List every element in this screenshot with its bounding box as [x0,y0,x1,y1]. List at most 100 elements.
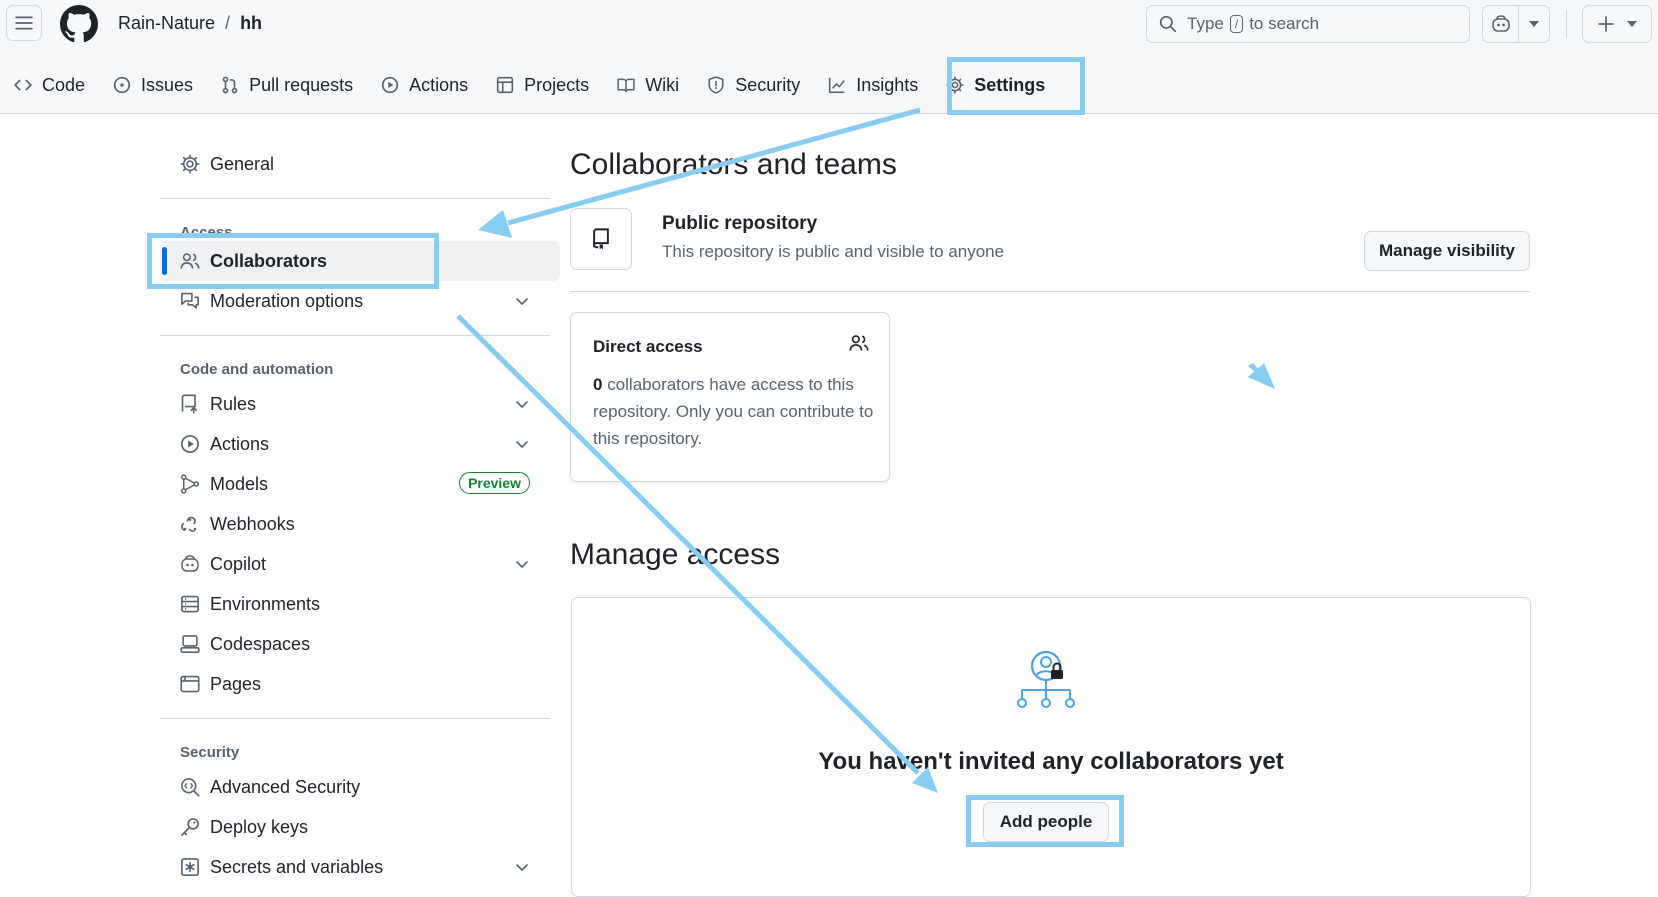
tab-label: Actions [409,74,469,95]
asterisk-icon [180,857,200,877]
table-icon [496,76,514,94]
sidebar-item-pages[interactable]: Pages [160,664,550,704]
tab-issues[interactable]: Issues [99,60,207,110]
git-pull-request-icon [221,76,239,94]
tab-label: Projects [524,74,590,95]
tab-security[interactable]: Security [693,60,814,110]
sidebar-item-label: Advanced Security [210,776,361,797]
sidebar-item-environments[interactable]: Environments [160,584,550,624]
manage-access-panel [571,597,1531,897]
collaborators-highlight [147,233,439,289]
breadcrumb-separator: / [225,13,231,33]
visibility-title: Public repository [662,213,818,234]
repo-header: Rain-Nature / hh Type / to search Code I… [0,0,1658,114]
sidebar-item-label: Models [210,473,269,494]
menu-icon[interactable] [6,5,42,41]
tab-projects[interactable]: Projects [482,60,603,110]
tab-label: Pull requests [249,74,354,95]
chevron-down-icon [514,396,530,412]
tab-label: Code [42,74,86,95]
settings-tab-highlight [947,57,1085,115]
search-input[interactable]: Type / to search [1146,5,1470,43]
plus-icon [1597,16,1614,32]
sidebar-item-label: Copilot [210,553,267,574]
sidebar-item-models[interactable]: Models Preview [160,464,550,504]
manage-visibility-button[interactable]: Manage visibility [1364,231,1530,271]
direct-access-card: Direct access 0 collaborators have acces… [570,312,890,482]
triangle-down-icon[interactable] [1518,6,1549,42]
sidebar-item-secrets[interactable]: Secrets and variables [160,847,550,887]
sidebar-item-rules[interactable]: Rules [160,384,550,424]
sidebar-divider [160,718,550,719]
sidebar-divider [160,198,550,199]
stray-arrowhead-mark [1248,363,1275,389]
sidebar-item-webhooks[interactable]: Webhooks [160,504,550,544]
key-icon [180,817,200,837]
chevron-down-icon [514,859,530,875]
chevron-down-icon [514,556,530,572]
tab-pull-requests[interactable]: Pull requests [207,60,367,110]
sidebar-item-label: General [210,153,275,174]
sidebar-item-deploy-keys[interactable]: Deploy keys [160,807,550,847]
shield-icon [707,76,725,94]
issue-opened-icon [113,76,131,94]
copilot-icon[interactable] [1483,6,1518,42]
repo-icon [570,208,632,270]
tab-wiki[interactable]: Wiki [603,60,693,110]
direct-access-title: Direct access [593,337,703,356]
sidebar-item-label: Moderation options [210,290,364,311]
book-icon [617,76,635,94]
section-divider [570,291,1530,292]
person-lock-org-icon [1016,650,1082,712]
search-prefix: Type [1187,14,1224,33]
preview-badge: Preview [459,472,530,494]
visibility-description: This repository is public and visible to… [662,242,1005,261]
repo-nav: Code Issues Pull requests Actions Projec… [0,60,1059,112]
graph-icon [828,76,846,94]
create-new-button[interactable] [1582,5,1652,43]
sidebar-item-label: Deploy keys [210,816,309,837]
tab-code[interactable]: Code [0,60,99,110]
sidebar-item-advanced-security[interactable]: Advanced Security [160,767,550,807]
sidebar-item-label: Secrets and variables [210,856,384,877]
tab-insights[interactable]: Insights [814,60,932,110]
gear-icon [180,154,200,174]
header-divider [1566,10,1567,38]
tab-label: Insights [856,74,919,95]
sidebar-item-label: Rules [210,393,257,414]
github-logo-icon[interactable] [60,5,98,43]
search-suffix: to search [1249,14,1320,33]
copilot-button[interactable] [1482,5,1550,43]
tab-label: Issues [141,74,194,95]
server-icon [180,594,200,614]
tab-actions[interactable]: Actions [367,60,482,110]
webhook-icon [180,514,200,534]
code-icon [14,76,32,94]
sidebar-heading-security: Security [180,744,240,761]
copilot-icon [180,555,200,573]
ai-model-icon [180,474,200,494]
empty-state-message: You haven't invited any collaborators ye… [818,748,1284,775]
sidebar-item-general[interactable]: General [160,144,550,184]
sidebar-item-copilot[interactable]: Copilot [160,544,550,584]
manage-access-title: Manage access [570,538,781,571]
chevron-down-icon [514,293,530,309]
sidebar-item-label: Codespaces [210,633,311,654]
play-icon [180,434,200,454]
tab-label: Security [735,74,801,95]
sidebar-item-label: Actions [210,433,270,454]
sidebar-item-label: Webhooks [210,513,295,534]
direct-access-text: collaborators have access to this reposi… [593,375,874,448]
chevron-down-icon [514,436,530,452]
sidebar-item-codespaces[interactable]: Codespaces [160,624,550,664]
direct-access-description: 0 collaborators have access to this repo… [593,371,883,452]
browser-icon [180,674,200,694]
triangle-down-icon [1626,21,1637,27]
comment-discussion-icon [180,291,200,311]
repo-name-link[interactable]: hh [240,13,262,33]
sidebar-item-label: Environments [210,593,321,614]
play-icon [381,76,399,94]
tab-label: Wiki [645,74,680,95]
repo-owner-link[interactable]: Rain-Nature [118,13,215,33]
sidebar-item-actions[interactable]: Actions [160,424,550,464]
